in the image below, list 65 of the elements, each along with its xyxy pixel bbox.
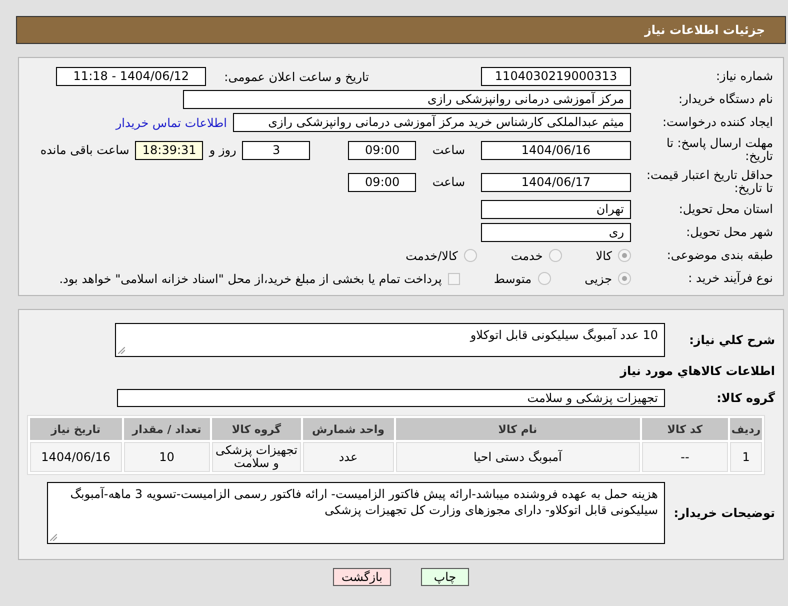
field-label: ایجاد کننده درخواست: xyxy=(661,116,773,129)
column-header: تعداد / مقدار xyxy=(124,418,210,440)
radio-button[interactable] xyxy=(464,249,477,262)
column-header: کد کالا xyxy=(642,418,728,440)
field-label: روز و xyxy=(209,143,236,157)
announce-date-field: 1404/06/12 - 11:18 xyxy=(56,67,206,86)
table-cell: تجهیزات پزشکی و سلامت xyxy=(212,442,301,472)
radio-label: جزیی xyxy=(584,272,612,286)
table-cell: 1404/06/16 xyxy=(30,442,122,472)
description-field[interactable]: 10 عدد آمبوبگ سیلیکونی قابل اتوکلاو xyxy=(115,323,665,357)
field-label: مهلت ارسال پاسخ: تا تاریخ: xyxy=(665,137,773,163)
radio-label: خدمت xyxy=(510,248,543,262)
page-title: جزئیات اطلاعات نیاز xyxy=(644,23,765,37)
field-label: استان محل تحویل: xyxy=(678,203,773,216)
resize-grip-icon[interactable] xyxy=(50,534,57,541)
section-heading: اطلاعات کالاهاي مورد نياز xyxy=(620,364,775,378)
back-button[interactable]: بازگشت xyxy=(333,568,391,586)
radio-button[interactable] xyxy=(618,272,631,285)
price-validity-time-field: 09:00 xyxy=(348,172,416,192)
table-cell: عدد xyxy=(302,442,394,472)
radio-button[interactable] xyxy=(548,249,562,262)
field-label: تاریخ و ساعت اعلان عمومی: xyxy=(224,70,369,84)
buyer-org-field: مرکز آموزشی درمانی روانپزشکی رازی xyxy=(183,90,631,109)
reply-time-field: 09:00 xyxy=(348,140,416,160)
radio-label: کالا xyxy=(596,248,612,262)
field-label: نام دستگاه خریدار: xyxy=(678,93,773,106)
field-label: ساعت باقی مانده xyxy=(40,143,130,157)
radio-label: متوسط xyxy=(494,272,532,286)
field-label: حداقل تاریخ اعتبار قیمت: تا تاریخ: xyxy=(645,169,773,195)
column-header: گروه کالا xyxy=(212,418,301,440)
field-label: نوع فرآیند خرید : xyxy=(687,272,773,285)
province-field: تهران xyxy=(481,200,631,219)
column-header: واحد شمارش xyxy=(302,418,394,440)
field-label: شرح کلي نياز: xyxy=(688,334,775,346)
radio-label: کالا/خدمت xyxy=(406,248,458,262)
radio-button[interactable] xyxy=(618,249,631,262)
field-label: ساعت xyxy=(432,143,465,157)
print-button[interactable]: چاپ xyxy=(421,568,469,586)
price-validity-date-field: 1404/06/17 xyxy=(481,172,631,192)
table-cell: آمبوبگ دستی احیا xyxy=(396,442,640,472)
column-header: ردیف xyxy=(730,418,762,440)
days-field: 3 xyxy=(242,140,310,160)
buyer-contact-link[interactable]: اطلاعات تماس خریدار xyxy=(116,116,227,130)
radio-button[interactable] xyxy=(538,272,551,285)
city-field: ری xyxy=(481,223,631,242)
goods-group-field: تجهیزات پزشکی و سلامت xyxy=(117,389,665,407)
field-label: شماره نیاز: xyxy=(715,70,773,83)
need-number-field: 1104030219000313 xyxy=(481,67,631,86)
buyer-notes-field[interactable]: هزینه حمل به عهده فروشنده میباشد-ارائه پیش فاکتور الزامیست- ارائه فاکتور رسمی الزامیست-تسویه 3 ماهه-آمبوبگ سیلیکونی قابل اتوکلاو- دارای مجوزهای وزارت کل تجهیزات پزشکی xyxy=(47,482,665,544)
payment-checkbox[interactable] xyxy=(448,272,460,284)
field-label: شهر محل تحویل: xyxy=(685,226,773,239)
remaining-time-field: 18:39:31 xyxy=(135,140,204,160)
field-label: توضیحات خریدار: xyxy=(672,506,775,520)
field-label: ساعت xyxy=(432,175,465,189)
table-cell: -- xyxy=(642,442,728,472)
requester-field: میثم عبدالملکی کارشناس خرید مرکز آموزشی درمانی روانپزشکی رازی xyxy=(233,113,631,132)
reply-date-field: 1404/06/16 xyxy=(481,140,631,160)
field-label: گروه کالا: xyxy=(716,392,775,404)
column-header: نام کالا xyxy=(396,418,640,440)
table-cell: 1 xyxy=(730,442,762,472)
column-header: تاریخ نیاز xyxy=(30,418,122,440)
table-cell: 10 xyxy=(124,442,210,472)
field-label: طبقه بندی موضوعی: xyxy=(666,249,773,262)
payment-note: پرداخت تمام یا بخشی از مبلغ خرید،از محل "اسناد خزانه اسلامی" خواهد بود. xyxy=(59,272,442,286)
resize-grip-icon[interactable] xyxy=(118,347,125,354)
